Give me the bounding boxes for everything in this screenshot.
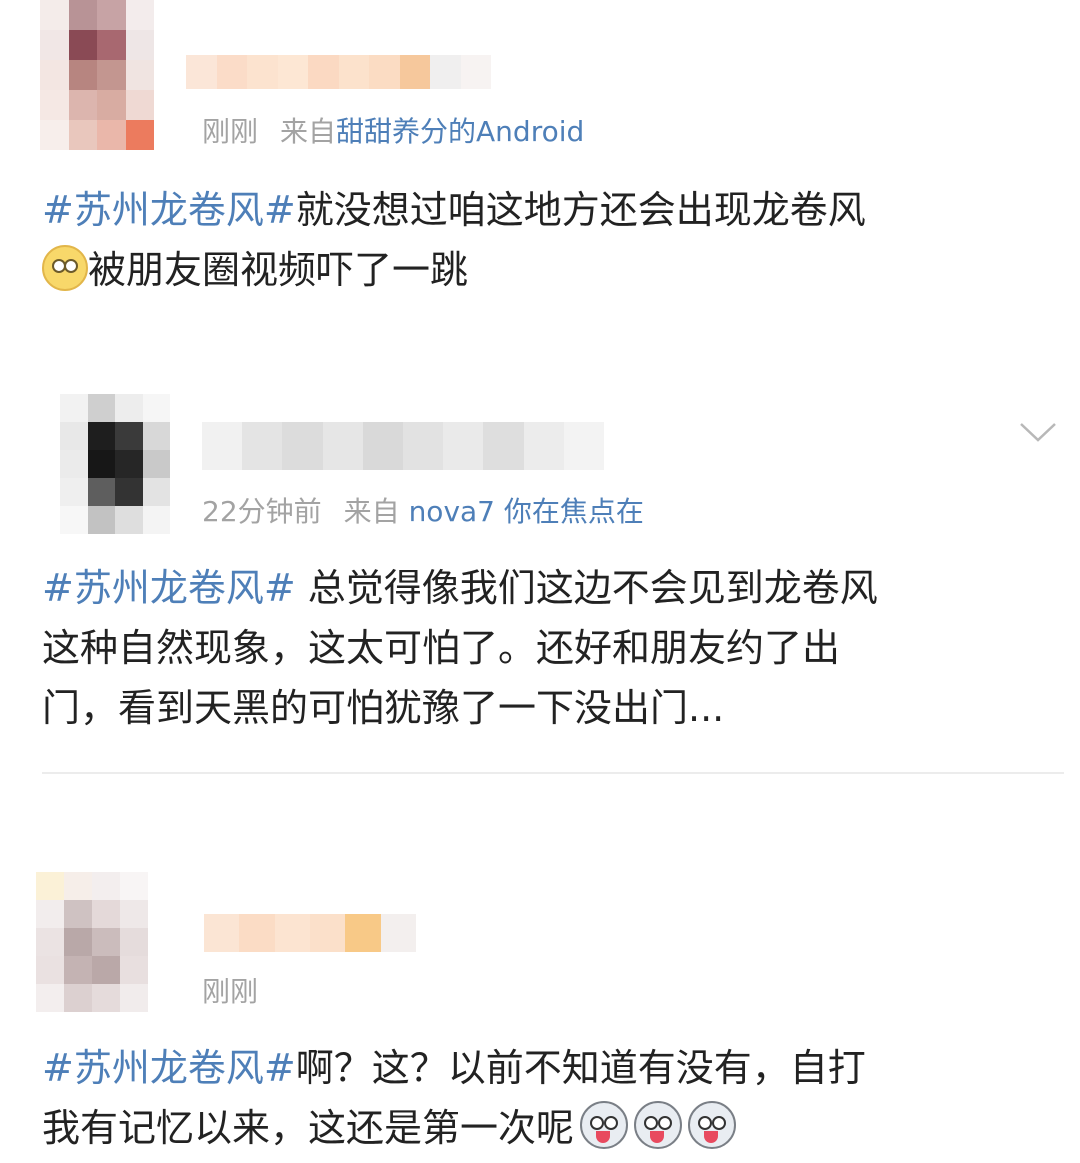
post-text-line: 被朋友圈视频吓了一跳 bbox=[88, 248, 469, 292]
avatar[interactable] bbox=[40, 0, 154, 150]
post-text-line: 就没想过咱这地方还会出现龙卷风 bbox=[295, 188, 866, 232]
source-link[interactable]: 甜甜养分的Android bbox=[336, 115, 584, 148]
husky-face-icon bbox=[634, 1101, 683, 1149]
username-blurred[interactable] bbox=[186, 55, 491, 89]
post-text: #苏州龙卷风#就没想过咱这地方还会出现龙卷风 被朋友圈视频吓了一跳 bbox=[42, 180, 1042, 300]
post-text-line: 啊？这？以前不知道有没有，自打 bbox=[295, 1046, 866, 1090]
divider bbox=[42, 772, 1064, 774]
post-meta: 刚刚 来自甜甜养分的Android bbox=[202, 110, 584, 150]
source-prefix: 来自 bbox=[280, 115, 337, 148]
source-prefix: 来自 bbox=[343, 495, 400, 528]
post-time: 22分钟前 bbox=[202, 495, 322, 528]
topic-link[interactable]: #苏州龙卷风# bbox=[42, 188, 296, 232]
post-time: 刚刚 bbox=[202, 975, 259, 1008]
husky-face-icon bbox=[580, 1101, 629, 1149]
chevron-down-icon[interactable] bbox=[1018, 420, 1058, 444]
avatar[interactable] bbox=[60, 394, 170, 534]
husky-face-icon bbox=[688, 1101, 737, 1149]
post-time: 刚刚 bbox=[202, 115, 259, 148]
topic-link[interactable]: #苏州龙卷风# bbox=[42, 1046, 296, 1090]
post-meta: 22分钟前 来自 nova7 你在焦点在 bbox=[202, 490, 644, 530]
post-card: 刚刚 #苏州龙卷风#啊？这？以前不知道有没有，自打 我有记忆以来，这还是第一次呢 bbox=[0, 860, 1080, 1163]
post-text-line: 我有记忆以来，这还是第一次呢 bbox=[42, 1106, 575, 1150]
topic-link[interactable]: #苏州龙卷风# bbox=[42, 566, 296, 610]
avatar[interactable] bbox=[36, 872, 148, 1012]
post-text-line: 门，看到天黑的可怕犹豫了一下没出门... bbox=[42, 686, 725, 730]
username-blurred[interactable] bbox=[202, 422, 605, 470]
smiling-face-icon bbox=[42, 245, 88, 291]
post-card: 22分钟前 来自 nova7 你在焦点在 #苏州龙卷风# 总觉得像我们这边不会见到… bbox=[0, 380, 1080, 775]
post-meta: 刚刚 bbox=[202, 970, 258, 1010]
post-text-line: 总觉得像我们这边不会见到龙卷风 bbox=[295, 566, 878, 610]
post-text-line: 这种自然现象，这太可怕了。还好和朋友约了出 bbox=[42, 626, 841, 670]
post-text: #苏州龙卷风# 总觉得像我们这边不会见到龙卷风 这种自然现象，这太可怕了。还好和… bbox=[42, 558, 1042, 738]
username-blurred[interactable] bbox=[204, 914, 416, 952]
post-card: 刚刚 来自甜甜养分的Android #苏州龙卷风#就没想过咱这地方还会出现龙卷风 … bbox=[0, 0, 1080, 350]
post-text: #苏州龙卷风#啊？这？以前不知道有没有，自打 我有记忆以来，这还是第一次呢 bbox=[42, 1038, 1042, 1158]
source-link[interactable]: nova7 你在焦点在 bbox=[409, 495, 644, 528]
